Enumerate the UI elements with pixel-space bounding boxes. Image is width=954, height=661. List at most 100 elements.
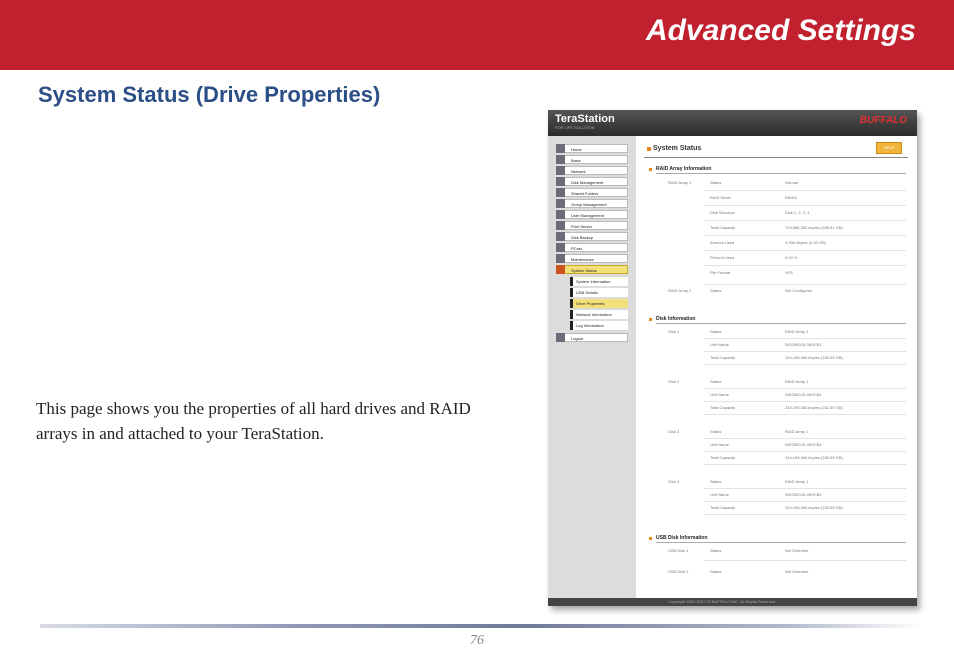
arrow-icon (649, 168, 652, 171)
disk-key: Unit Name (710, 392, 729, 397)
divider (644, 157, 908, 158)
nav-logout[interactable]: Logout (556, 333, 628, 342)
pcast-icon (556, 243, 565, 252)
raid-key: Percent Used (710, 255, 735, 260)
nav-disk-backup[interactable]: Disk Backup (556, 232, 628, 241)
divider (704, 220, 906, 221)
disk-value: 244,198,384 kbytes (232.89 GB) (785, 405, 843, 410)
disk-key: Total Capacity (710, 505, 736, 510)
raid-key: Total Capacity (710, 225, 736, 230)
divider (704, 464, 906, 465)
terastation-logo: TeraStation (555, 113, 615, 125)
header-banner: Advanced Settings (0, 0, 954, 70)
divider (704, 401, 906, 402)
nav-basic[interactable]: Basic (556, 155, 628, 164)
usb-key: Status (710, 548, 722, 553)
divider (704, 438, 906, 439)
divider (704, 501, 906, 502)
disk-value: 244,198,384 kbytes (232.89 GB) (785, 455, 843, 460)
nav-network[interactable]: Network (556, 166, 628, 175)
nav-pcast[interactable]: PCast (556, 243, 628, 252)
terastation-screenshot: TeraStation FOR LIFE SOLUTION BUFFALO Ho… (548, 110, 917, 606)
screenshot-header: TeraStation FOR LIFE SOLUTION BUFFALO (548, 110, 917, 136)
divider (704, 205, 906, 206)
disk-value: WD2500JS-00HCB1 (785, 442, 822, 447)
subnav-usb-details[interactable]: USB Details (570, 288, 628, 297)
disk-value: RAID Array 1 (785, 379, 809, 384)
divider (704, 451, 906, 452)
disk-key: Total Capacity (710, 455, 736, 460)
disk-icon (556, 177, 565, 186)
screenshot-sidebar: Home Basic Network Disk Management Share… (548, 136, 636, 598)
raid-key: Status (710, 180, 722, 185)
nav-label: Disk Backup (571, 235, 594, 240)
network-icon (556, 166, 565, 175)
raid-heading: RAID Array Information (656, 166, 712, 172)
nav-print-server[interactable]: Print Server (556, 221, 628, 230)
disk-label: Disk 3 (668, 429, 680, 434)
arrow-icon (647, 147, 651, 151)
disk-value: WD2500JS-00HCB1 (785, 492, 822, 497)
raid-value: Not Configured (785, 288, 812, 293)
nav-user-management[interactable]: User Management (556, 210, 628, 219)
subnav-drive-properties[interactable]: Drive Properties (570, 299, 628, 308)
disk-label: Disk 2 (668, 379, 680, 384)
nav-label: Network (571, 169, 586, 174)
description-text: This page shows you the properties of al… (36, 399, 471, 443)
logout-icon (556, 333, 565, 342)
footer-rule (40, 624, 920, 628)
raid-value: Disk 1, 2, 3, 4 (785, 210, 810, 215)
divider (704, 351, 906, 352)
disk-value: RAID Array 1 (785, 479, 809, 484)
nav-shared-folders[interactable]: Shared Folders (556, 188, 628, 197)
usb-heading: USB Disk Information (656, 535, 708, 541)
disk-key: Total Capacity (710, 355, 736, 360)
divider (704, 284, 906, 285)
divider (704, 388, 906, 389)
nav-disk-management[interactable]: Disk Management (556, 177, 628, 186)
raid-key: Status (710, 288, 722, 293)
nav-system-status[interactable]: System Status (556, 265, 628, 274)
nav-label: Logout (571, 336, 584, 341)
status-icon (556, 265, 565, 274)
arrow-icon (649, 537, 652, 540)
divider (704, 414, 906, 415)
raid-key: RAID Mode (710, 195, 731, 200)
divider (704, 488, 906, 489)
disk-key: Unit Name (710, 442, 729, 447)
arrow-icon (649, 318, 652, 321)
disk-value: 244,198,384 kbytes (232.89 GB) (785, 355, 843, 360)
nav-maintenance[interactable]: Maintenance (556, 254, 628, 263)
divider (704, 190, 906, 191)
raid-array-label: RAID Array 1 (668, 180, 692, 185)
usb-key: Status (710, 569, 722, 574)
home-icon (556, 144, 565, 153)
divider (704, 364, 906, 365)
usb-disk-label: USB Disk 2 (668, 569, 689, 574)
raid-value: 4,936 kbytes (0.00 GB) (785, 240, 827, 245)
subnav-system-information[interactable]: System Information (570, 277, 628, 286)
nav-group-management[interactable]: Group Management (556, 199, 628, 208)
disk-heading: Disk Information (656, 316, 696, 322)
disk-value: WD2500JS-00HCB1 (785, 392, 822, 397)
user-icon (556, 210, 565, 219)
usb-value: Not Detected (785, 569, 809, 574)
divider (656, 323, 906, 324)
screenshot-page-title: System Status (653, 145, 702, 152)
subnav-network-information[interactable]: Network Information (570, 310, 628, 319)
disk-key: Status (710, 479, 722, 484)
disk-value: RAID Array 1 (785, 329, 809, 334)
usb-value: Not Detected (785, 548, 809, 553)
disk-key: Total Capacity (710, 405, 736, 410)
backup-icon (556, 232, 565, 241)
basic-icon (556, 155, 565, 164)
group-icon (556, 199, 565, 208)
section-title: System Status (Drive Properties) (38, 82, 381, 107)
divider (704, 560, 906, 561)
buffalo-logo: BUFFALO (859, 115, 907, 126)
nav-home[interactable]: Home (556, 144, 628, 153)
help-button[interactable]: HELP (876, 142, 902, 154)
nav-label: Shared Folders (571, 191, 599, 196)
subnav-log-information[interactable]: Log Information (570, 321, 628, 330)
nav-label: Home (571, 147, 582, 152)
